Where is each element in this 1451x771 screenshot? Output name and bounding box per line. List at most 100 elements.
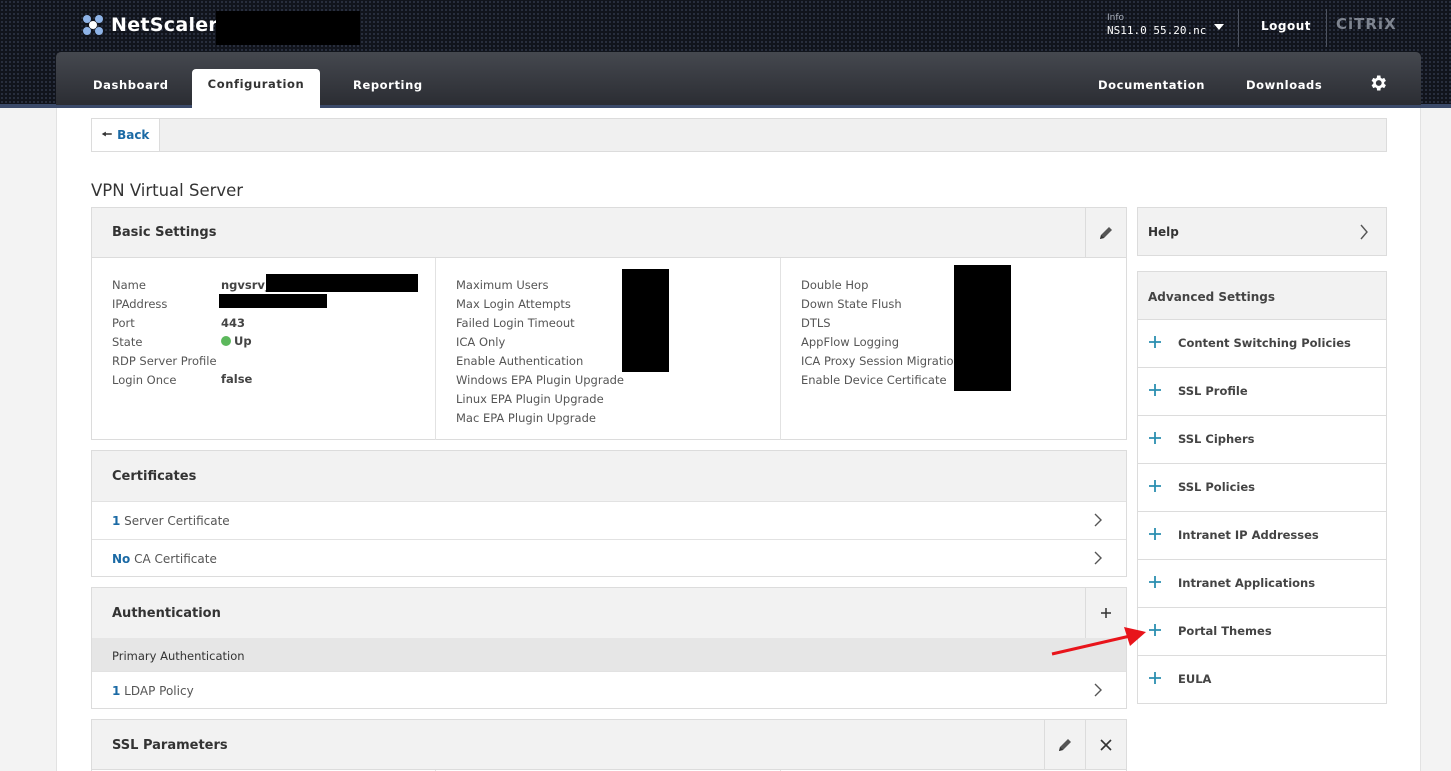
remove-ssl-button[interactable] <box>1085 720 1126 769</box>
ssl-parameters-header: SSL Parameters <box>92 720 1126 770</box>
info-dropdown[interactable]: Info NS11.0 55.20.nc <box>1107 13 1225 37</box>
windows-epa-label: Windows EPA Plugin Upgrade <box>456 373 625 387</box>
ca-certificate-label: CA Certificate <box>130 552 217 566</box>
status-up-icon <box>221 336 231 346</box>
pencil-icon <box>1059 738 1071 751</box>
adv-item-label: SSL Policies <box>1178 480 1255 494</box>
plus-icon <box>1149 336 1161 348</box>
plus-icon <box>1149 480 1161 492</box>
chevron-right-icon <box>1094 513 1102 527</box>
adv-item-ssl-policies[interactable]: SSL Policies <box>1138 464 1386 512</box>
adv-item-label: Intranet Applications <box>1178 576 1316 590</box>
redacted-ipaddress <box>219 294 327 308</box>
downloads-link[interactable]: Downloads <box>1246 78 1322 92</box>
plus-icon <box>1149 384 1161 396</box>
adv-item-label: Intranet IP Addresses <box>1178 528 1319 542</box>
primary-authentication-subheader: Primary Authentication <box>92 638 1126 671</box>
ca-certificate-count: No <box>112 552 131 566</box>
page-gutter-left <box>0 108 56 771</box>
caret-down-icon <box>1214 23 1225 30</box>
edit-button[interactable] <box>1085 208 1126 257</box>
redacted-name <box>266 274 418 292</box>
ssl-parameters-panel: SSL Parameters <box>91 719 1127 771</box>
chevron-right-icon <box>1360 224 1368 240</box>
page-title: VPN Virtual Server <box>91 181 244 200</box>
page-gutter-right <box>1421 108 1451 771</box>
annotation-arrow-icon <box>1051 627 1146 656</box>
chevron-right-icon <box>1094 683 1102 697</box>
arrow-left-icon: 🠔 <box>101 126 113 141</box>
adv-item-label: Portal Themes <box>1178 624 1272 638</box>
rdp-profile-label: RDP Server Profile <box>112 354 217 368</box>
plus-icon <box>1149 624 1161 636</box>
port-value: 443 <box>221 316 246 330</box>
authentication-title: Authentication <box>112 606 221 621</box>
primary-authentication-label: Primary Authentication <box>112 649 245 663</box>
adv-item-label: SSL Profile <box>1178 384 1248 398</box>
adv-item-intranet-ip-addresses[interactable]: Intranet IP Addresses <box>1138 512 1386 560</box>
adv-item-portal-themes[interactable]: Portal Themes <box>1138 608 1386 656</box>
netscaler-logo[interactable]: NetScaler <box>83 14 218 36</box>
state-label: State <box>112 335 143 349</box>
basic-settings-header: Basic Settings <box>92 208 1126 258</box>
basic-settings-title: Basic Settings <box>112 225 217 240</box>
logout-button[interactable]: Logout <box>1261 19 1311 33</box>
help-label: Help <box>1148 225 1179 239</box>
version-text: NS11.0 55.20.nc <box>1107 24 1207 37</box>
login-once-label: Login Once <box>112 373 177 387</box>
plus-icon <box>1149 528 1161 540</box>
enable-device-certificate-label: Enable Device Certificate <box>801 373 947 387</box>
double-hop-label: Double Hop <box>801 278 869 292</box>
breadcrumb-bar <box>91 118 1387 152</box>
state-value: Up <box>221 334 252 348</box>
tab-dashboard[interactable]: Dashboard <box>93 78 169 92</box>
documentation-link[interactable]: Documentation <box>1098 78 1205 92</box>
max-users-label: Maximum Users <box>456 278 549 292</box>
adv-item-eula[interactable]: EULA <box>1138 656 1386 704</box>
plus-icon <box>1149 576 1161 588</box>
edit-ssl-button[interactable] <box>1044 720 1085 769</box>
certificates-title: Certificates <box>112 469 197 484</box>
appflow-logging-label: AppFlow Logging <box>801 335 899 349</box>
header-divider <box>1326 9 1327 47</box>
back-button[interactable]: 🠔 Back <box>91 118 160 152</box>
adv-item-intranet-applications[interactable]: Intranet Applications <box>1138 560 1386 608</box>
adv-item-label: EULA <box>1178 672 1212 686</box>
plus-icon <box>1149 672 1161 684</box>
adv-item-ssl-ciphers[interactable]: SSL Ciphers <box>1138 416 1386 464</box>
adv-item-ssl-profile[interactable]: SSL Profile <box>1138 368 1386 416</box>
column-divider <box>435 258 436 440</box>
ipaddress-label: IPAddress <box>112 297 168 311</box>
advanced-settings-panel: Advanced Settings Content Switching Poli… <box>1137 271 1387 704</box>
port-label: Port <box>112 316 135 330</box>
down-state-flush-label: Down State Flush <box>801 297 902 311</box>
chevron-right-icon <box>1094 551 1102 565</box>
ca-certificate-row[interactable]: No CA Certificate <box>92 539 1126 577</box>
advanced-settings-title: Advanced Settings <box>1148 290 1276 304</box>
tab-configuration[interactable]: Configuration <box>192 69 320 108</box>
ica-proxy-migration-label: ICA Proxy Session Migration <box>801 354 961 368</box>
redacted-values <box>622 269 669 372</box>
certificates-panel: Certificates 1 Server Certificate No CA … <box>91 450 1127 577</box>
tab-reporting[interactable]: Reporting <box>353 78 423 92</box>
header-divider <box>1238 9 1239 47</box>
mac-epa-label: Mac EPA Plugin Upgrade <box>456 411 596 425</box>
adv-item-content-switching-policies[interactable]: Content Switching Policies <box>1138 320 1386 368</box>
adv-item-label: Content Switching Policies <box>1178 336 1351 350</box>
gear-icon[interactable] <box>1368 73 1388 93</box>
linux-epa-label: Linux EPA Plugin Upgrade <box>456 392 604 406</box>
server-certificate-label: Server Certificate <box>120 514 230 528</box>
citrix-logo: CiTRiX <box>1336 15 1397 33</box>
max-login-attempts-label: Max Login Attempts <box>456 297 571 311</box>
server-certificate-row[interactable]: 1 Server Certificate <box>92 501 1126 539</box>
back-label: Back <box>117 128 150 142</box>
close-icon <box>1100 738 1112 751</box>
help-panel[interactable]: Help <box>1137 207 1387 256</box>
plus-icon <box>1101 608 1111 618</box>
certificates-header: Certificates <box>92 451 1126 501</box>
plus-icon <box>1149 432 1161 444</box>
dtls-label: DTLS <box>801 316 831 330</box>
pencil-icon <box>1100 226 1112 239</box>
basic-settings-panel: Basic Settings Name ngvsrv_ IPAddress Po… <box>91 207 1127 440</box>
ldap-policy-row[interactable]: 1 LDAP Policy <box>92 671 1126 709</box>
